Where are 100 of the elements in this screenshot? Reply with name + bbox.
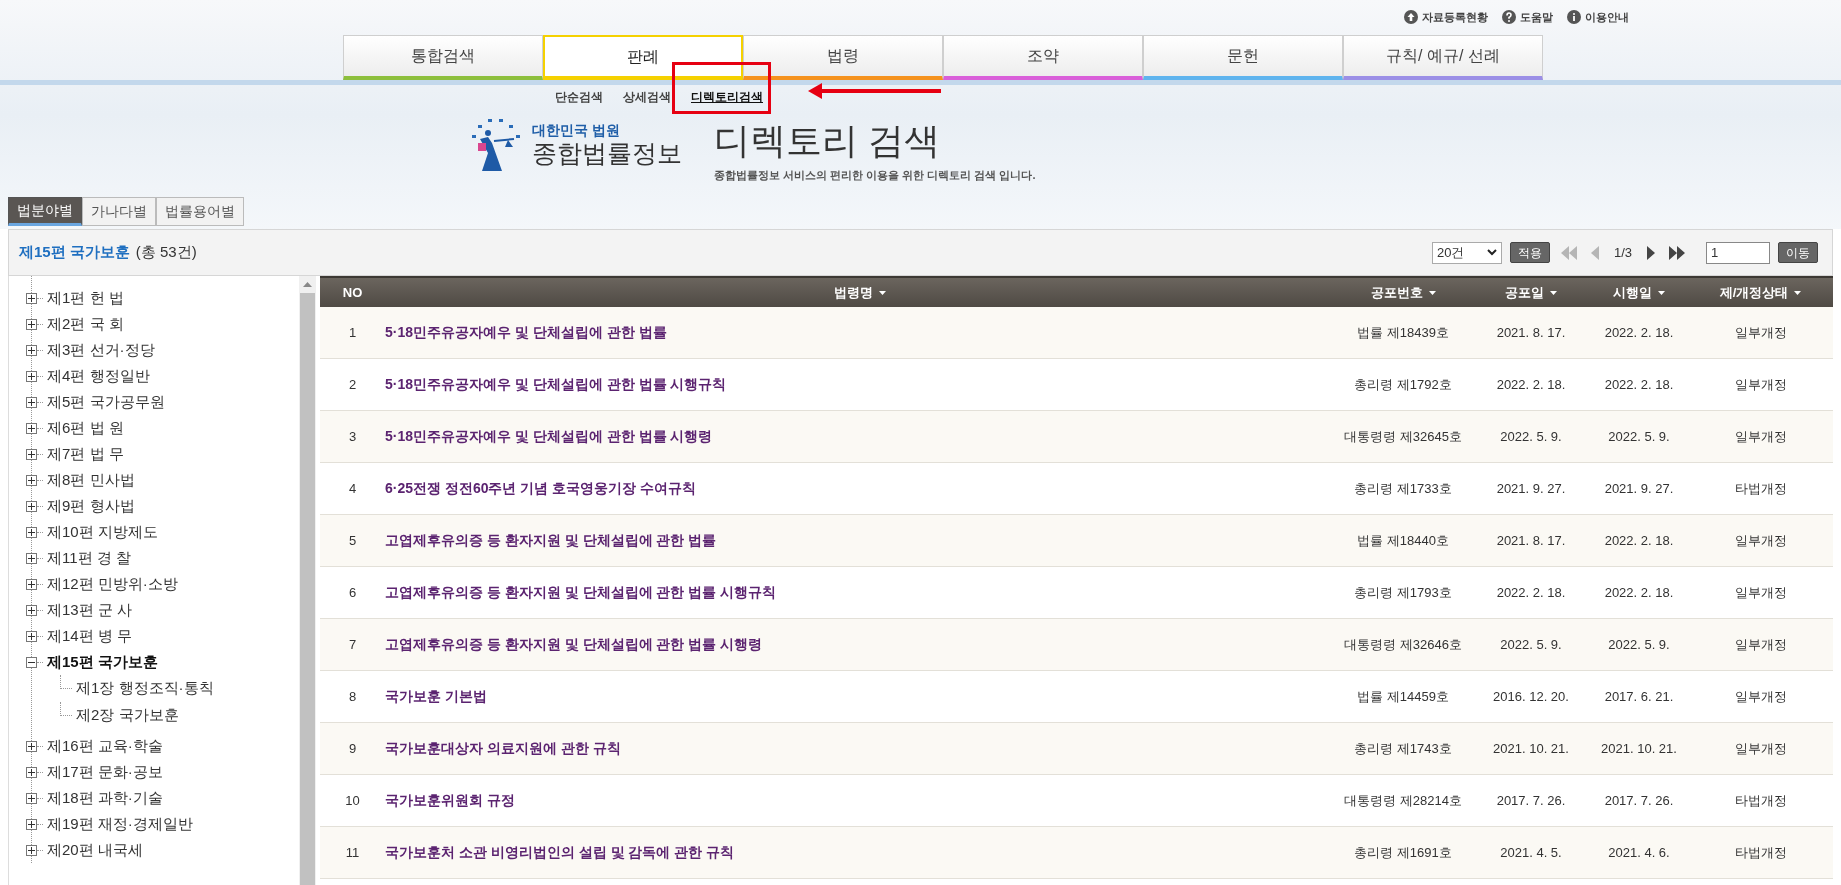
tree-item[interactable]: 제1편 헌 법 <box>47 286 124 310</box>
view-tab[interactable]: 법률용어별 <box>156 197 244 226</box>
law-title-link[interactable]: 5·18민주유공자예우 및 단체설립에 관한 법률 시행규칙 <box>385 374 727 395</box>
expand-icon[interactable] <box>26 604 37 616</box>
column-header[interactable]: 제/개정상태 <box>1719 282 1789 303</box>
law-title-link[interactable]: 국가보훈처 소관 비영리법인의 설립 및 감독에 관한 규칙 <box>385 842 735 863</box>
column-header[interactable]: 시행일 <box>1613 282 1652 303</box>
table-cell-text: 2022. 2. 18. <box>1495 583 1567 602</box>
tree-item[interactable]: 제18편 과학·기술 <box>47 786 163 810</box>
law-title-link[interactable]: 고엽제후유의증 등 환자지원 및 단체설립에 관한 법률 시행규칙 <box>385 582 777 603</box>
table-cell-text: 2022. 2. 18. <box>1603 323 1675 342</box>
table-cell-text: 법률 제14459호 <box>1356 687 1450 706</box>
law-title-link[interactable]: 6·25전쟁 정전60주년 기념 호국영웅기장 수여규칙 <box>385 478 697 499</box>
expand-icon[interactable] <box>26 448 37 460</box>
tree-item[interactable]: 제13편 군 사 <box>47 598 133 622</box>
view-tab[interactable]: 법분야별 <box>8 197 82 226</box>
apply-button[interactable]: 적용 <box>1509 242 1550 263</box>
view-tab[interactable]: 가나다별 <box>82 197 156 226</box>
tree-item[interactable]: 제19편 재정·경제일반 <box>47 812 193 836</box>
nav-tab[interactable]: 조약 <box>943 35 1143 80</box>
tree-item[interactable]: 제3편 선거·정당 <box>47 338 155 362</box>
tree-item[interactable]: 제14편 병 무 <box>47 624 133 648</box>
tree-item[interactable]: 제11편 경 찰 <box>47 546 131 570</box>
tree-item[interactable]: 제17편 문화·공보 <box>47 760 163 784</box>
table-cell-text: 일부개정 <box>1733 427 1788 446</box>
expand-icon[interactable] <box>26 292 37 304</box>
tree-item[interactable]: 제9편 형사법 <box>47 494 135 518</box>
table-cell-text: 2022. 5. 9. <box>1607 427 1671 446</box>
nav-tab[interactable]: 판례 <box>543 35 743 80</box>
table-cell-text: 2022. 5. 9. <box>1499 635 1563 654</box>
column-header[interactable]: NO <box>342 282 363 303</box>
expand-icon[interactable] <box>26 500 37 512</box>
nav-tab[interactable]: 법령 <box>743 35 943 80</box>
expand-icon[interactable] <box>26 844 37 856</box>
tree-item[interactable]: 제6편 법 원 <box>47 416 124 440</box>
tree-item[interactable]: 제10편 지방제도 <box>47 520 158 544</box>
expand-icon[interactable] <box>26 318 37 330</box>
nav-tab[interactable]: 문헌 <box>1143 35 1343 80</box>
law-title-link[interactable]: 5·18민주유공자예우 및 단체설립에 관한 법률 <box>385 322 667 343</box>
next-page-icon[interactable] <box>1646 245 1656 260</box>
sort-caret-icon[interactable] <box>1550 290 1557 295</box>
expand-icon[interactable] <box>26 552 37 564</box>
tree-item[interactable]: 제1장 행정조직·통칙 <box>76 677 214 700</box>
tree-item[interactable]: 제4편 행정일반 <box>47 364 150 388</box>
sort-caret-icon[interactable] <box>1794 290 1802 295</box>
top-link[interactable]: 자료등록현황 <box>1404 9 1488 25</box>
law-title-link[interactable]: 국가보훈위원회 규정 <box>385 790 515 811</box>
sort-caret-icon[interactable] <box>1658 290 1665 295</box>
info-icon <box>1567 10 1581 24</box>
expand-icon[interactable] <box>26 422 37 434</box>
sub-tab[interactable]: 디렉토리검색 <box>691 90 763 104</box>
table-cell-text: 2022. 2. 18. <box>1603 531 1675 550</box>
expand-icon[interactable] <box>26 370 37 382</box>
expand-icon[interactable] <box>26 818 37 830</box>
expand-icon[interactable] <box>26 344 37 356</box>
expand-icon[interactable] <box>26 474 37 486</box>
top-link[interactable]: 이용안내 <box>1567 9 1629 25</box>
tree-item[interactable]: 제5편 국가공무원 <box>47 390 165 414</box>
table-cell-text: 2022. 5. 9. <box>1607 635 1671 654</box>
law-title-link[interactable]: 국가보훈 기본법 <box>385 686 487 707</box>
table-cell-text: 2022. 2. 18. <box>1495 375 1567 394</box>
tree-item[interactable]: 제20편 내국세 <box>47 838 143 862</box>
tree-item[interactable]: 제16편 교육·학술 <box>47 734 163 758</box>
tree-item[interactable]: 제2편 국 회 <box>47 312 124 336</box>
top-link[interactable]: 도움말 <box>1502 9 1553 25</box>
tree-item[interactable]: 제2장 국가보훈 <box>76 704 179 727</box>
sub-tab[interactable]: 상세검색 <box>623 90 671 104</box>
law-title-link[interactable]: 고엽제후유의증 등 환자지원 및 단체설립에 관한 법률 시행령 <box>385 634 763 655</box>
expand-icon[interactable] <box>26 792 37 804</box>
column-header[interactable]: 공포번호 <box>1370 282 1423 303</box>
table-cell-text: 총리령 제1743호 <box>1353 739 1453 758</box>
nav-tab[interactable]: 통합검색 <box>343 35 543 80</box>
table-cell-text: 2022. 5. 9. <box>1499 427 1563 446</box>
collapse-icon[interactable] <box>26 656 37 668</box>
column-header[interactable]: 공포일 <box>1505 282 1544 303</box>
tree-item[interactable]: 제8편 민사법 <box>47 468 135 492</box>
table-cell-text: 2021. 9. 27. <box>1603 479 1675 498</box>
nav-tab[interactable]: 규칙/ 예규/ 선례 <box>1343 35 1543 80</box>
scroll-up-icon[interactable] <box>303 282 312 287</box>
sort-caret-icon[interactable] <box>1428 290 1436 295</box>
expand-icon[interactable] <box>26 740 37 752</box>
page-input[interactable]: 1 <box>1706 241 1770 264</box>
expand-icon[interactable] <box>26 766 37 778</box>
law-title-link[interactable]: 국가보훈대상자 의료지원에 관한 규칙 <box>385 738 621 759</box>
go-button[interactable]: 이동 <box>1778 242 1818 263</box>
page-size-select[interactable]: 20건 <box>1431 241 1502 264</box>
tree-item[interactable]: 제7편 법 무 <box>47 442 124 466</box>
expand-icon[interactable] <box>26 396 37 408</box>
sort-caret-icon[interactable] <box>878 290 886 295</box>
row-number: 10 <box>344 791 361 810</box>
law-title-link[interactable]: 고엽제후유의증 등 환자지원 및 단체설립에 관한 법률 <box>385 530 717 551</box>
tree-item[interactable]: 제12편 민방위·소방 <box>47 572 178 596</box>
column-header[interactable]: 법령명 <box>833 282 873 303</box>
sub-tab[interactable]: 단순검색 <box>555 90 603 104</box>
table-cell-text: 2017. 6. 21. <box>1603 687 1675 706</box>
law-title-link[interactable]: 5·18민주유공자예우 및 단체설립에 관한 법률 시행령 <box>385 426 713 447</box>
tree-item[interactable]: 제15편 국가보훈 <box>47 650 158 674</box>
expand-icon[interactable] <box>26 630 37 642</box>
expand-icon[interactable] <box>26 578 37 590</box>
expand-icon[interactable] <box>26 526 37 538</box>
